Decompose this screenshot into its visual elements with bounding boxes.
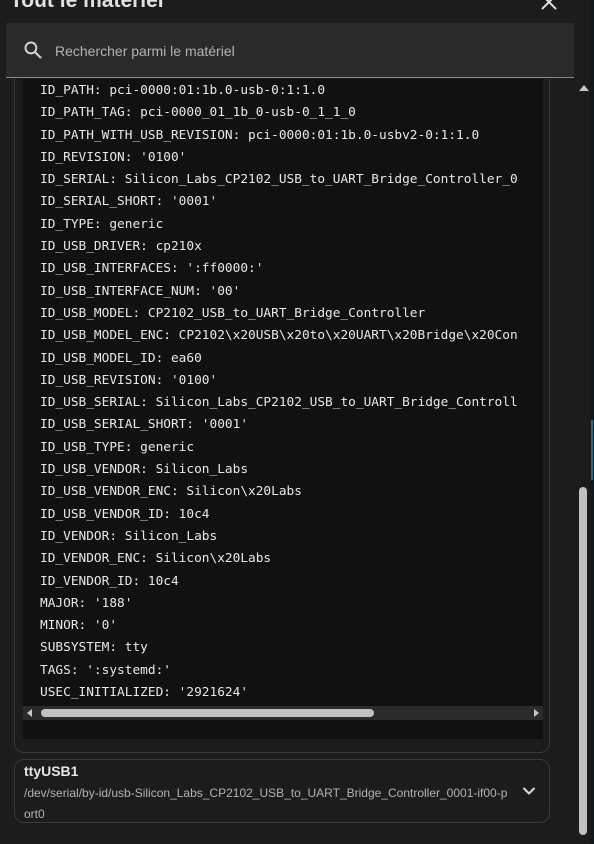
device-path: /dev/serial/by-id/usb-Silicon_Labs_CP210… — [24, 786, 508, 821]
device-name: ttyUSB1 — [24, 763, 79, 779]
scroll-left-arrow[interactable] — [27, 709, 32, 717]
vertical-scroll-thumb[interactable] — [579, 487, 587, 835]
attribute-line: USEC_INITIALIZED: '2921624' — [40, 685, 249, 701]
attributes-code-block: ID_PATH: pci-0000:01:1b.0-usb-0:1:1.0 ID_… — [23, 79, 543, 739]
attribute-line: MINOR: '0' — [40, 618, 118, 634]
attribute-line: ID_USB_VENDOR_ENC: Silicon\x20Labs — [40, 484, 302, 500]
attribute-line: ID_VENDOR_ID: 10c4 — [40, 573, 179, 589]
attribute-line: ID_USB_REVISION: '0100' — [40, 372, 218, 388]
search-bar — [6, 23, 574, 78]
search-input[interactable] — [53, 37, 557, 65]
vertical-scrollbar[interactable] — [578, 79, 590, 844]
attribute-line: ID_SERIAL_SHORT: '0001' — [40, 194, 218, 210]
content-area: ID_PATH: pci-0000:01:1b.0-usb-0:1:1.0 ID_… — [0, 79, 578, 844]
background-accent — [591, 420, 593, 480]
attribute-line: ID_USB_INTERFACE_NUM: '00' — [40, 283, 241, 299]
attribute-line: ID_USB_INTERFACES: ':ff0000:' — [40, 261, 264, 277]
attribute-line: ID_USB_MODEL_ENC: CP2102\x20USB\x20to\x2… — [40, 328, 518, 344]
search-icon — [24, 41, 42, 59]
attribute-line: ID_USB_SERIAL_SHORT: '0001' — [40, 417, 249, 433]
attributes-list: ID_PATH: pci-0000:01:1b.0-usb-0:1:1.0 ID_… — [40, 80, 518, 704]
attribute-line: ID_PATH: pci-0000:01:1b.0-usb-0:1:1.0 — [40, 83, 326, 98]
attribute-line: ID_USB_VENDOR: Silicon_Labs — [40, 462, 249, 478]
chevron-down-icon[interactable] — [521, 783, 537, 799]
horizontal-scrollbar[interactable] — [23, 706, 543, 720]
attribute-line: ID_VENDOR_ENC: Silicon\x20Labs — [40, 551, 272, 567]
attribute-line: ID_VENDOR: Silicon_Labs — [40, 528, 218, 544]
attribute-line: ID_USB_VENDOR_ID: 10c4 — [40, 506, 210, 522]
attribute-line: ID_PATH_TAG: pci-0000_01_1b_0-usb-0_1_1_… — [40, 105, 356, 121]
attribute-line: ID_USB_SERIAL: Silicon_Labs_CP2102_USB_t… — [40, 395, 518, 411]
attribute-line: ID_USB_TYPE: generic — [40, 439, 195, 455]
attribute-line: ID_SERIAL: Silicon_Labs_CP2102_USB_to_UA… — [40, 172, 518, 188]
attributes-card: ID_PATH: pci-0000:01:1b.0-usb-0:1:1.0 ID_… — [14, 79, 550, 753]
attribute-line: ID_USB_MODEL: CP2102_USB_to_UART_Bridge_… — [40, 305, 426, 321]
attribute-line: TAGS: ':systemd:' — [40, 662, 171, 678]
attribute-line: ID_USB_DRIVER: cp210x — [40, 239, 202, 255]
attribute-line: MAJOR: '188' — [40, 595, 133, 611]
close-icon[interactable] — [538, 0, 560, 14]
attribute-line: ID_TYPE: generic — [40, 216, 164, 232]
attribute-line: ID_REVISION: '0100' — [40, 149, 187, 165]
attribute-line: ID_PATH_WITH_USB_REVISION: pci-0000:01:1… — [40, 127, 480, 143]
horizontal-scroll-thumb[interactable] — [41, 709, 374, 717]
attribute-line: SUBSYSTEM: tty — [40, 640, 148, 656]
dialog-title: Tout le matériel — [10, 0, 164, 12]
scroll-up-arrow[interactable] — [579, 85, 589, 91]
attribute-line: ID_USB_MODEL_ID: ea60 — [40, 350, 202, 366]
device-card[interactable]: ttyUSB1 /dev/serial/by-id/usb-Silicon_La… — [14, 759, 550, 823]
scroll-right-arrow[interactable] — [534, 709, 539, 717]
